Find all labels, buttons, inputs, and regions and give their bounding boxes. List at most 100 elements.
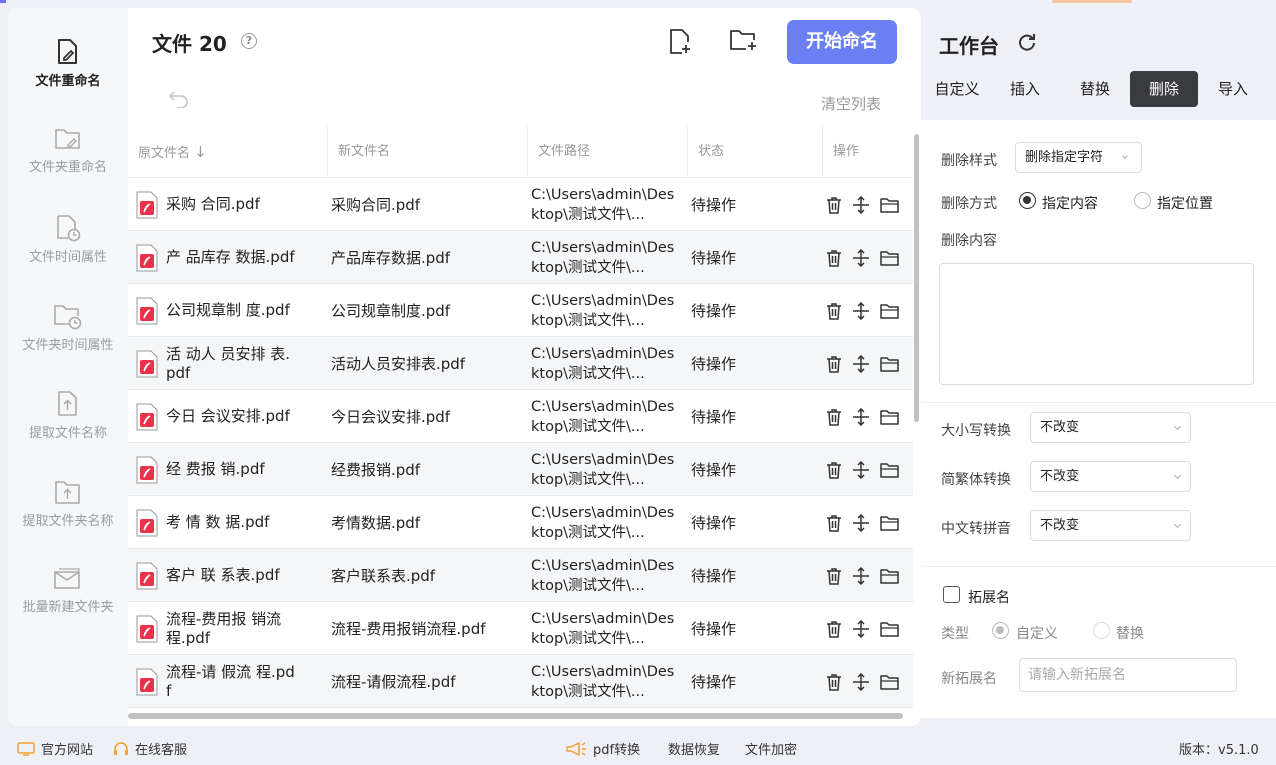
official-website-link[interactable]: 官方网站 [17, 739, 93, 758]
move-icon[interactable] [852, 354, 870, 373]
move-icon[interactable] [852, 248, 870, 267]
start-rename-button[interactable]: 开始命名 [787, 20, 897, 64]
original-name-cell: 产 品库存 数据.pdf [136, 231, 316, 284]
open-folder-icon[interactable] [880, 197, 899, 213]
original-name-cell: 采购 合同.pdf [136, 178, 316, 231]
sidebar-item-folder-rename[interactable]: 文件夹重命名 [8, 126, 128, 206]
col-original-name[interactable]: 原文件名 ↓ [128, 126, 328, 178]
sidebar-item-folder-time[interactable]: 文件夹时间属性 [8, 302, 128, 382]
move-icon[interactable] [852, 460, 870, 479]
original-name: 采购 合同.pdf [166, 195, 260, 213]
open-folder-icon[interactable] [880, 409, 899, 425]
new-extension-input[interactable]: 请输入新拓展名 [1019, 658, 1237, 692]
move-icon[interactable] [852, 195, 870, 214]
table-row[interactable]: 考 情 数 据.pdf 考情数据.pdf C:\Users\admin\Deskto… [128, 496, 913, 549]
tab-replace[interactable]: 替换 [1062, 71, 1128, 107]
table-row[interactable]: 今日 会议安排.pdf 今日会议安排.pdf C:\Users\admin\Desk… [128, 390, 913, 443]
col-file-path: 文件路径 [528, 126, 688, 178]
original-name: 今日 会议安排.pdf [166, 407, 290, 425]
tab-delete[interactable]: 删除 [1130, 71, 1198, 107]
delete-icon[interactable] [826, 673, 842, 691]
open-folder-icon[interactable] [880, 303, 899, 319]
delete-icon[interactable] [826, 196, 842, 214]
file-edit-icon [58, 39, 77, 64]
original-name-cell: 今日 会议安排.pdf [136, 390, 316, 443]
tab-insert[interactable]: 插入 [993, 71, 1057, 107]
radio-specified-content[interactable] [1019, 192, 1036, 209]
data-recovery-link[interactable]: 数据恢复 [668, 739, 720, 758]
delete-icon[interactable] [826, 355, 842, 373]
add-folder-icon[interactable] [729, 28, 759, 54]
chevron-down-icon [1173, 520, 1182, 529]
move-icon[interactable] [852, 513, 870, 532]
online-service-link[interactable]: 在线客服 [113, 739, 187, 758]
open-folder-icon[interactable] [880, 515, 899, 531]
delete-icon[interactable] [826, 620, 842, 638]
table-row[interactable]: 产 品库存 数据.pdf 产品库存数据.pdf C:\Users\admin\Des… [128, 231, 913, 284]
add-file-icon[interactable] [667, 28, 693, 56]
vertical-scrollbar[interactable] [914, 134, 919, 422]
move-icon[interactable] [852, 619, 870, 638]
online-service-label: 在线客服 [135, 743, 188, 758]
folder-batch-icon [54, 568, 80, 589]
extension-checkbox[interactable] [943, 586, 960, 603]
file-extract-icon [58, 391, 77, 416]
table-row[interactable]: 流程-请 假流 程.pdf 流程-请假流程.pdf C:\Users\admin\D… [128, 655, 913, 708]
table-row[interactable]: 公司规章制 度.pdf 公司规章制度.pdf C:\Users\admin\Desk… [128, 284, 913, 337]
refresh-icon[interactable] [1017, 32, 1037, 52]
delete-style-select[interactable]: 删除指定字符 [1015, 142, 1142, 173]
delete-icon[interactable] [826, 461, 842, 479]
help-icon[interactable]: ? [241, 33, 257, 49]
tab-import[interactable]: 导入 [1201, 71, 1265, 107]
table-row[interactable]: 流程-费用报 销流程.pdf 流程-费用报销流程.pdf C:\Users\admi… [128, 602, 913, 655]
undo-icon[interactable] [168, 90, 190, 108]
open-folder-icon[interactable] [880, 356, 899, 372]
tab-custom[interactable]: 自定义 [925, 71, 989, 107]
table-row[interactable]: 采购 合同.pdf 采购合同.pdf C:\Users\admin\Desktop\… [128, 178, 913, 231]
actions-cell [826, 178, 913, 231]
radio-specified-content-label: 指定内容 [1042, 196, 1098, 212]
sidebar-item-file-time[interactable]: 文件时间属性 [8, 214, 128, 294]
file-path-cell: C:\Users\admin\Desktop\测试文件\... [531, 610, 675, 647]
delete-icon[interactable] [826, 567, 842, 585]
table-row[interactable]: 经 费报 销.pdf 经费报销.pdf C:\Users\admin\Desktop… [128, 443, 913, 496]
status-cell: 待操作 [691, 673, 737, 691]
open-folder-icon[interactable] [880, 250, 899, 266]
original-name: 经 费报 销.pdf [166, 460, 265, 478]
table-row[interactable]: 活 动人 员安排 表.pdf 活动人员安排表.pdf C:\Users\admin\… [128, 337, 913, 390]
radio-specified-position[interactable] [1134, 192, 1151, 209]
pdf-file-icon [136, 350, 158, 377]
move-icon[interactable] [852, 672, 870, 691]
sidebar-item-extract-folder[interactable]: 提取文件夹名称 [8, 478, 128, 558]
pdf-convert-link[interactable]: pdf转换 [565, 739, 640, 758]
delete-icon[interactable] [826, 302, 842, 320]
open-folder-icon[interactable] [880, 462, 899, 478]
delete-icon[interactable] [826, 408, 842, 426]
workbench-tabs: 自定义 插入 替换 删除 导入 [921, 71, 1276, 109]
delete-content-textarea[interactable] [939, 263, 1254, 385]
radio-type-custom[interactable] [992, 622, 1009, 639]
move-icon[interactable] [852, 301, 870, 320]
horizontal-scrollbar[interactable] [128, 713, 903, 719]
move-icon[interactable] [852, 566, 870, 585]
sidebar-item-extract-file[interactable]: 提取文件名称 [8, 390, 128, 470]
sidebar-item-label: 文件重命名 [35, 74, 101, 89]
open-folder-icon[interactable] [880, 674, 899, 690]
delete-icon[interactable] [826, 514, 842, 532]
trad-convert-select[interactable]: 不改变 [1030, 461, 1191, 492]
actions-cell [826, 602, 913, 655]
sidebar-item-file-rename[interactable]: 文件重命名 [8, 38, 128, 118]
file-path-cell: C:\Users\admin\Desktop\测试文件\... [531, 239, 675, 276]
case-convert-select[interactable]: 不改变 [1030, 412, 1191, 443]
open-folder-icon[interactable] [880, 568, 899, 584]
radio-type-replace[interactable] [1093, 622, 1110, 639]
move-icon[interactable] [852, 407, 870, 426]
clear-list-button[interactable]: 清空列表 [821, 93, 881, 114]
pinyin-convert-select[interactable]: 不改变 [1030, 510, 1191, 541]
open-folder-icon[interactable] [880, 621, 899, 637]
delete-icon[interactable] [826, 249, 842, 267]
file-encrypt-link[interactable]: 文件加密 [745, 739, 797, 758]
file-list-area: 文件 20 ? 开始命名 清空列表 原文件名 ↓ 新文件名 文件路径 状态 操作… [128, 8, 921, 726]
sidebar-item-batch-folder[interactable]: 批量新建文件夹 [8, 566, 128, 646]
table-row[interactable]: 客户 联 系表.pdf 客户联系表.pdf C:\Users\admin\Deskt… [128, 549, 913, 602]
